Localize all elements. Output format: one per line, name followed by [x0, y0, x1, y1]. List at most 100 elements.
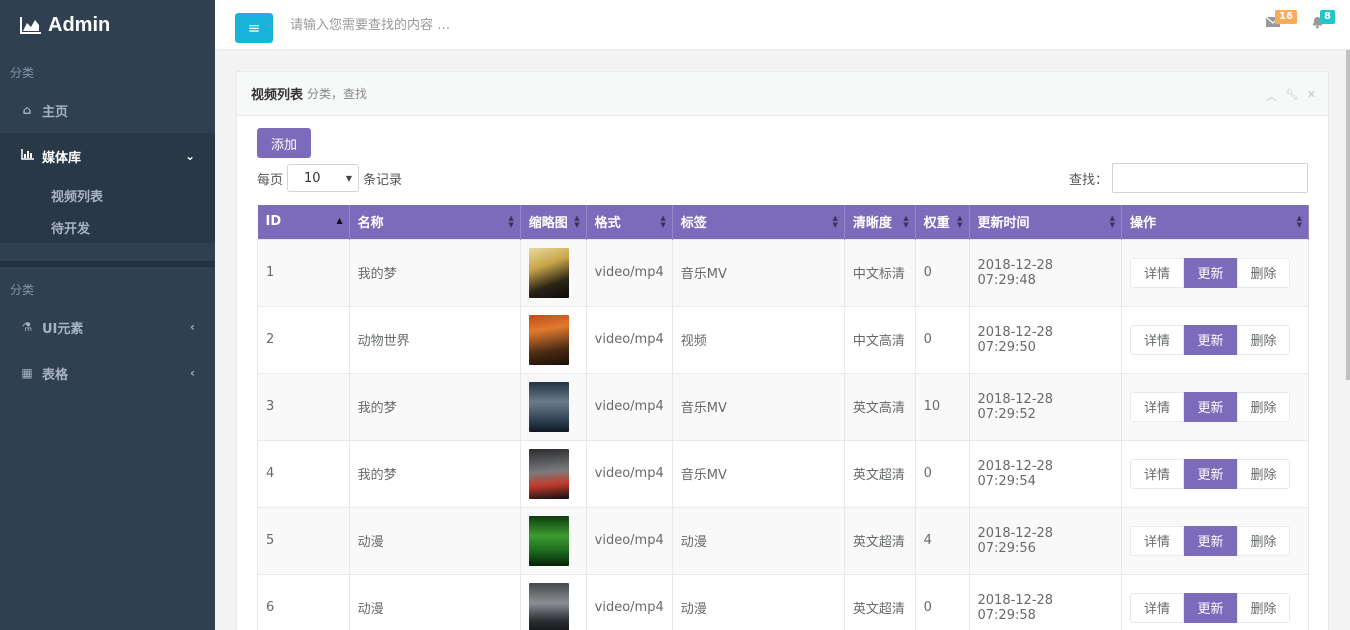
detail-button[interactable]: 详情 — [1130, 257, 1185, 288]
page-size-control: 每页 10 ▼ 条记录 — [257, 164, 402, 192]
cell-id: 5 — [257, 506, 350, 575]
sort-icon: ▲ ▼ — [1296, 214, 1302, 229]
panel-tools: ︿ 🔧︎ ✕ — [1266, 88, 1316, 104]
delete-button[interactable]: 删除 — [1237, 324, 1291, 355]
cell-name: 我的梦 — [348, 372, 521, 441]
notifications-button[interactable]: 8 — [1311, 10, 1335, 30]
col-header-tag[interactable]: 标签 ▲ ▼ — [672, 205, 845, 239]
cell-updated: 2018-12-28 07:29:58 — [968, 573, 1123, 630]
update-button[interactable]: 更新 — [1184, 324, 1238, 355]
cell-actions: 详情 更新 删除 — [1121, 238, 1309, 307]
cell-id: 6 — [257, 573, 350, 630]
col-header-actions[interactable]: 操作 ▲ ▼ — [1121, 205, 1309, 239]
collapse-icon[interactable]: ︿ — [1266, 88, 1277, 104]
add-button[interactable]: 添加 — [257, 128, 311, 158]
cell-thumbnail — [519, 439, 587, 508]
cell-name: 动漫 — [348, 506, 521, 575]
cell-actions: 详情 更新 删除 — [1121, 573, 1309, 630]
header-label: 权重 — [923, 216, 950, 232]
delete-button[interactable]: 删除 — [1237, 257, 1291, 288]
detail-button[interactable]: 详情 — [1130, 525, 1185, 556]
brand[interactable]: Admin — [0, 0, 215, 50]
detail-button[interactable]: 详情 — [1130, 592, 1185, 623]
cell-weight: 10 — [914, 372, 970, 441]
brand-title: Admin — [48, 13, 111, 36]
sidebar-item-media[interactable]: 媒体库 ⌄ — [0, 133, 215, 179]
cell-quality: 英文高清 — [843, 372, 916, 441]
col-header-name[interactable]: 名称 ▲ ▼ — [349, 205, 521, 239]
cell-format: video/mp4 — [585, 305, 673, 374]
detail-button[interactable]: 详情 — [1130, 324, 1185, 355]
detail-button[interactable]: 详情 — [1130, 458, 1185, 489]
row-actions: 详情 更新 删除 — [1130, 257, 1300, 288]
sidebar-item-tables[interactable]: ▦ 表格 ‹ — [0, 350, 215, 396]
update-button[interactable]: 更新 — [1184, 525, 1238, 556]
cell-weight: 0 — [914, 439, 970, 508]
cell-thumbnail — [519, 238, 587, 307]
chevron-left-icon: ‹ — [190, 320, 195, 334]
global-search-input[interactable] — [290, 12, 690, 38]
row-actions: 详情 更新 删除 — [1130, 592, 1300, 623]
video-thumbnail[interactable] — [528, 515, 569, 566]
col-header-weight[interactable]: 权重 ▲ ▼ — [915, 205, 970, 239]
row-actions: 详情 更新 删除 — [1130, 525, 1300, 556]
table-row: 2 动物世界 video/mp4 视频 中文高清 0 2018-12-28 07… — [257, 305, 1309, 374]
col-header-format[interactable]: 格式 ▲ ▼ — [586, 205, 673, 239]
cell-name: 动漫 — [348, 573, 521, 630]
nav-section-label: 分类 — [10, 66, 35, 80]
cell-format: video/mp4 — [585, 573, 673, 630]
col-header-thumbnail[interactable]: 缩略图 ▲ ▼ — [520, 205, 587, 239]
update-button[interactable]: 更新 — [1184, 592, 1238, 623]
subnav-item-pending[interactable]: 待开发 — [0, 211, 215, 243]
col-header-id[interactable]: ID ▲ — [257, 205, 350, 239]
cell-quality: 英文超清 — [843, 439, 916, 508]
subnav-item-video-list[interactable]: 视频列表 — [0, 179, 215, 211]
mail-button[interactable]: 16 — [1265, 10, 1297, 30]
flask-icon: ⚗ — [21, 320, 33, 334]
cell-actions: 详情 更新 删除 — [1121, 439, 1309, 508]
page-scrollbar[interactable] — [1346, 50, 1350, 380]
notification-count-badge: 8 — [1320, 10, 1335, 24]
header-label: 格式 — [594, 216, 621, 232]
video-thumbnail[interactable] — [528, 314, 569, 365]
cell-id: 2 — [257, 305, 350, 374]
delete-button[interactable]: 删除 — [1237, 525, 1291, 556]
cell-weight: 4 — [914, 506, 970, 575]
top-navbar: ≡ 16 8 — [215, 0, 1350, 50]
cell-quality: 中文高清 — [843, 305, 916, 374]
cell-format: video/mp4 — [585, 372, 673, 441]
cell-quality: 英文超清 — [843, 506, 916, 575]
wrench-icon[interactable]: 🔧︎ — [1285, 88, 1299, 104]
table-row: 4 我的梦 video/mp4 音乐MV 英文超清 0 2018-12-28 0… — [257, 439, 1309, 508]
update-button[interactable]: 更新 — [1184, 458, 1238, 489]
video-thumbnail[interactable] — [528, 381, 569, 432]
video-thumbnail[interactable] — [528, 247, 569, 298]
table-header-row: ID ▲ 名称 ▲ ▼ 缩略图 ▲ ▼ 格式 ▲ ▼ 标签 ▲ ▼ 清晰度 ▲ ▼ 权重 ▲ ▼ 更新时间… — [257, 205, 1309, 239]
caret-down-icon: ▼ — [345, 173, 353, 183]
delete-button[interactable]: 删除 — [1237, 391, 1291, 422]
cell-updated: 2018-12-28 07:29:54 — [968, 439, 1123, 508]
sidebar-item-label: 表格 — [42, 367, 69, 383]
table-icon: ▦ — [21, 366, 33, 380]
cell-actions: 详情 更新 删除 — [1121, 305, 1309, 374]
hamburger-icon: ≡ — [247, 18, 261, 37]
delete-button[interactable]: 删除 — [1237, 458, 1291, 489]
update-button[interactable]: 更新 — [1184, 257, 1238, 288]
video-thumbnail[interactable] — [528, 582, 569, 630]
close-icon[interactable]: ✕ — [1307, 88, 1316, 104]
cell-thumbnail — [519, 573, 587, 630]
cell-id: 1 — [257, 238, 350, 307]
delete-button[interactable]: 删除 — [1237, 592, 1291, 623]
bar-chart-icon — [20, 149, 34, 163]
col-header-updated[interactable]: 更新时间 ▲ ▼ — [969, 205, 1123, 239]
page-size-select[interactable]: 10 ▼ — [287, 164, 360, 192]
update-button[interactable]: 更新 — [1184, 391, 1238, 422]
detail-button[interactable]: 详情 — [1130, 391, 1185, 422]
row-actions: 详情 更新 删除 — [1130, 391, 1300, 422]
table-search-input[interactable] — [1112, 163, 1308, 193]
sidebar-item-ui-elements[interactable]: ⚗ UI元素 ‹ — [0, 304, 215, 350]
sidebar-item-home[interactable]: ⌂ 主页 — [0, 87, 215, 133]
menu-toggle-button[interactable]: ≡ — [235, 13, 273, 43]
video-thumbnail[interactable] — [528, 448, 569, 499]
col-header-quality[interactable]: 清晰度 ▲ ▼ — [844, 205, 916, 239]
